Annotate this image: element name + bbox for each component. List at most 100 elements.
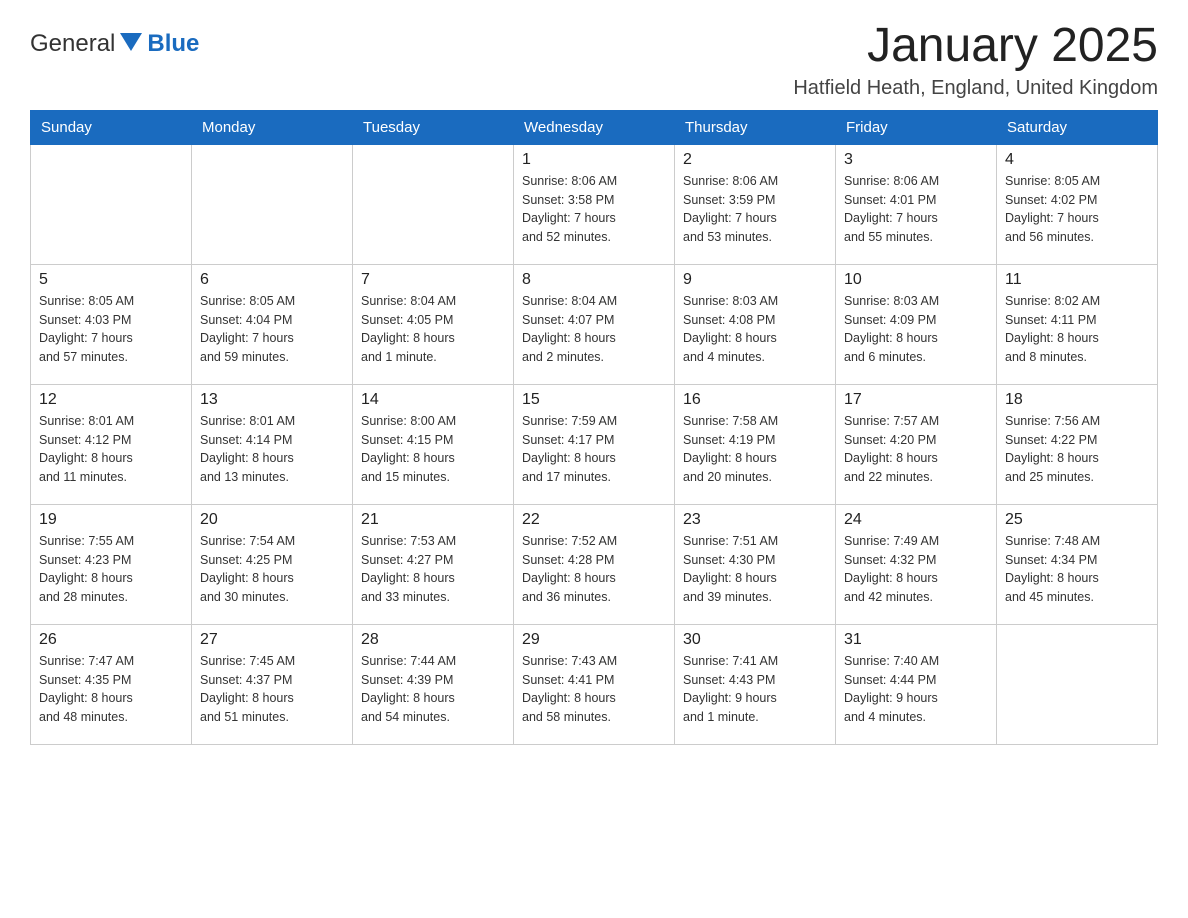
day-info: Sunrise: 8:06 AM Sunset: 4:01 PM Dayligh… <box>844 172 988 247</box>
table-row: 18 Sunrise: 7:56 AM Sunset: 4:22 PM Dayli… <box>997 384 1158 504</box>
table-row: 22 Sunrise: 7:52 AM Sunset: 4:28 PM Dayli… <box>514 504 675 624</box>
table-row: 26 Sunrise: 7:47 AM Sunset: 4:35 PM Dayli… <box>31 624 192 744</box>
day-number: 10 <box>844 271 988 289</box>
day-info: Sunrise: 8:03 AM Sunset: 4:08 PM Dayligh… <box>683 292 827 367</box>
table-row: 7 Sunrise: 8:04 AM Sunset: 4:05 PM Daylig… <box>353 264 514 384</box>
table-row: 5 Sunrise: 8:05 AM Sunset: 4:03 PM Daylig… <box>31 264 192 384</box>
calendar-subtitle: Hatfield Heath, England, United Kingdom <box>793 77 1158 100</box>
table-row <box>997 624 1158 744</box>
day-info: Sunrise: 8:03 AM Sunset: 4:09 PM Dayligh… <box>844 292 988 367</box>
table-row: 4 Sunrise: 8:05 AM Sunset: 4:02 PM Daylig… <box>997 144 1158 264</box>
day-number: 15 <box>522 391 666 409</box>
day-info: Sunrise: 7:44 AM Sunset: 4:39 PM Dayligh… <box>361 652 505 727</box>
day-info: Sunrise: 7:54 AM Sunset: 4:25 PM Dayligh… <box>200 532 344 607</box>
day-info: Sunrise: 8:05 AM Sunset: 4:02 PM Dayligh… <box>1005 172 1149 247</box>
calendar-week-row: 19Sunrise: 7:55 AM Sunset: 4:23 PM Dayli… <box>31 504 1158 624</box>
table-row: 1Sunrise: 8:06 AM Sunset: 3:58 PM Daylig… <box>514 144 675 264</box>
day-number: 17 <box>844 391 988 409</box>
col-friday: Friday <box>836 110 997 144</box>
day-number: 6 <box>200 271 344 289</box>
day-info: Sunrise: 7:56 AM Sunset: 4:22 PM Dayligh… <box>1005 412 1149 487</box>
table-row: 21 Sunrise: 7:53 AM Sunset: 4:27 PM Dayli… <box>353 504 514 624</box>
day-info: Sunrise: 7:47 AM Sunset: 4:35 PM Dayligh… <box>39 652 183 727</box>
day-info: Sunrise: 7:52 AM Sunset: 4:28 PM Dayligh… <box>522 532 666 607</box>
day-number: 4 <box>1005 151 1149 169</box>
calendar-week-row: 5 Sunrise: 8:05 AM Sunset: 4:03 PM Daylig… <box>31 264 1158 384</box>
day-number: 23 <box>683 511 827 529</box>
table-row: 3Sunrise: 8:06 AM Sunset: 4:01 PM Daylig… <box>836 144 997 264</box>
day-info: Sunrise: 7:55 AM Sunset: 4:23 PM Dayligh… <box>39 532 183 607</box>
day-info: Sunrise: 7:58 AM Sunset: 4:19 PM Dayligh… <box>683 412 827 487</box>
day-number: 30 <box>683 631 827 649</box>
day-info: Sunrise: 8:04 AM Sunset: 4:07 PM Dayligh… <box>522 292 666 367</box>
title-area: January 2025 Hatfield Heath, England, Un… <box>793 20 1158 100</box>
col-wednesday: Wednesday <box>514 110 675 144</box>
day-info: Sunrise: 8:01 AM Sunset: 4:14 PM Dayligh… <box>200 412 344 487</box>
day-number: 7 <box>361 271 505 289</box>
table-row: 6 Sunrise: 8:05 AM Sunset: 4:04 PM Daylig… <box>192 264 353 384</box>
day-number: 24 <box>844 511 988 529</box>
day-number: 5 <box>39 271 183 289</box>
table-row: 2 Sunrise: 8:06 AM Sunset: 3:59 PM Daylig… <box>675 144 836 264</box>
table-row: 12 Sunrise: 8:01 AM Sunset: 4:12 PM Dayli… <box>31 384 192 504</box>
table-row: 29 Sunrise: 7:43 AM Sunset: 4:41 PM Dayli… <box>514 624 675 744</box>
day-info: Sunrise: 8:04 AM Sunset: 4:05 PM Dayligh… <box>361 292 505 367</box>
day-info: Sunrise: 7:59 AM Sunset: 4:17 PM Dayligh… <box>522 412 666 487</box>
col-sunday: Sunday <box>31 110 192 144</box>
table-row: 28 Sunrise: 7:44 AM Sunset: 4:39 PM Dayli… <box>353 624 514 744</box>
day-number: 2 <box>683 151 827 169</box>
day-info: Sunrise: 8:05 AM Sunset: 4:04 PM Dayligh… <box>200 292 344 367</box>
calendar-title: January 2025 <box>793 20 1158 73</box>
table-row: 15 Sunrise: 7:59 AM Sunset: 4:17 PM Dayli… <box>514 384 675 504</box>
day-number: 18 <box>1005 391 1149 409</box>
day-number: 21 <box>361 511 505 529</box>
day-number: 26 <box>39 631 183 649</box>
day-number: 8 <box>522 271 666 289</box>
table-row: 13 Sunrise: 8:01 AM Sunset: 4:14 PM Dayli… <box>192 384 353 504</box>
day-info: Sunrise: 7:43 AM Sunset: 4:41 PM Dayligh… <box>522 652 666 727</box>
day-info: Sunrise: 7:41 AM Sunset: 4:43 PM Dayligh… <box>683 652 827 727</box>
day-number: 22 <box>522 511 666 529</box>
table-row: 30 Sunrise: 7:41 AM Sunset: 4:43 PM Dayli… <box>675 624 836 744</box>
table-row <box>192 144 353 264</box>
calendar-header-row: Sunday Monday Tuesday Wednesday Thursday… <box>31 110 1158 144</box>
day-info: Sunrise: 7:40 AM Sunset: 4:44 PM Dayligh… <box>844 652 988 727</box>
day-info: Sunrise: 8:06 AM Sunset: 3:59 PM Dayligh… <box>683 172 827 247</box>
day-number: 29 <box>522 631 666 649</box>
page-header: General Blue January 2025 Hatfield Heath… <box>30 20 1158 100</box>
col-monday: Monday <box>192 110 353 144</box>
table-row: 19Sunrise: 7:55 AM Sunset: 4:23 PM Dayli… <box>31 504 192 624</box>
day-number: 28 <box>361 631 505 649</box>
col-saturday: Saturday <box>997 110 1158 144</box>
table-row: 14 Sunrise: 8:00 AM Sunset: 4:15 PM Dayli… <box>353 384 514 504</box>
table-row: 20Sunrise: 7:54 AM Sunset: 4:25 PM Dayli… <box>192 504 353 624</box>
day-info: Sunrise: 8:00 AM Sunset: 4:15 PM Dayligh… <box>361 412 505 487</box>
day-info: Sunrise: 8:06 AM Sunset: 3:58 PM Dayligh… <box>522 172 666 247</box>
day-number: 16 <box>683 391 827 409</box>
day-number: 13 <box>200 391 344 409</box>
table-row: 10 Sunrise: 8:03 AM Sunset: 4:09 PM Dayli… <box>836 264 997 384</box>
calendar-table: Sunday Monday Tuesday Wednesday Thursday… <box>30 110 1158 745</box>
day-info: Sunrise: 7:53 AM Sunset: 4:27 PM Dayligh… <box>361 532 505 607</box>
table-row <box>353 144 514 264</box>
day-number: 25 <box>1005 511 1149 529</box>
table-row: 24Sunrise: 7:49 AM Sunset: 4:32 PM Dayli… <box>836 504 997 624</box>
table-row: 16 Sunrise: 7:58 AM Sunset: 4:19 PM Dayli… <box>675 384 836 504</box>
table-row <box>31 144 192 264</box>
day-number: 14 <box>361 391 505 409</box>
calendar-week-row: 26 Sunrise: 7:47 AM Sunset: 4:35 PM Dayli… <box>31 624 1158 744</box>
logo-general-text: General <box>30 30 115 58</box>
day-info: Sunrise: 7:51 AM Sunset: 4:30 PM Dayligh… <box>683 532 827 607</box>
logo: General Blue <box>30 30 199 58</box>
day-info: Sunrise: 7:48 AM Sunset: 4:34 PM Dayligh… <box>1005 532 1149 607</box>
day-info: Sunrise: 8:02 AM Sunset: 4:11 PM Dayligh… <box>1005 292 1149 367</box>
day-number: 27 <box>200 631 344 649</box>
table-row: 8 Sunrise: 8:04 AM Sunset: 4:07 PM Daylig… <box>514 264 675 384</box>
logo-blue-text: Blue <box>147 30 199 58</box>
day-info: Sunrise: 8:01 AM Sunset: 4:12 PM Dayligh… <box>39 412 183 487</box>
day-number: 11 <box>1005 271 1149 289</box>
calendar-week-row: 1Sunrise: 8:06 AM Sunset: 3:58 PM Daylig… <box>31 144 1158 264</box>
day-info: Sunrise: 8:05 AM Sunset: 4:03 PM Dayligh… <box>39 292 183 367</box>
day-number: 12 <box>39 391 183 409</box>
table-row: 27Sunrise: 7:45 AM Sunset: 4:37 PM Dayli… <box>192 624 353 744</box>
